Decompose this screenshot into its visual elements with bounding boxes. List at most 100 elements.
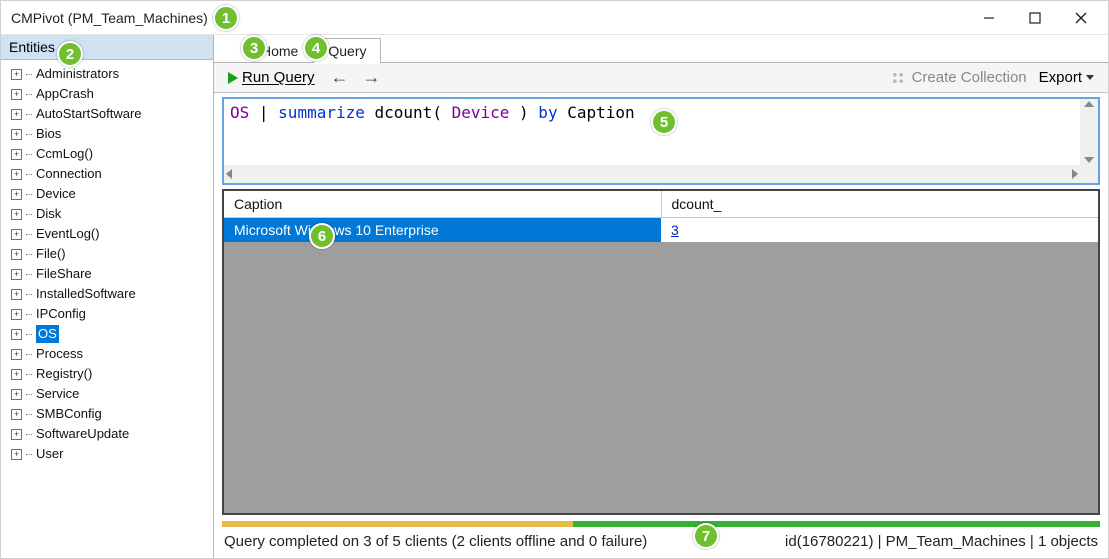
entity-item-registry[interactable]: +Registry() [1,364,213,384]
entity-item-autostartsoftware[interactable]: +AutoStartSoftware [1,104,213,124]
entity-item-file[interactable]: +File() [1,244,213,264]
entity-label: Bios [36,125,61,143]
query-token-summarize: summarize [278,103,365,122]
expand-icon[interactable]: + [11,369,22,380]
entity-label: Connection [36,165,102,183]
expand-icon[interactable]: + [11,449,22,460]
nav-back-button[interactable]: ← [327,67,353,88]
expand-icon[interactable]: + [11,409,22,420]
query-token-dcount: dcount( [375,103,442,122]
entity-item-process[interactable]: +Process [1,344,213,364]
expand-icon[interactable]: + [11,349,22,360]
minimize-button[interactable] [966,2,1012,34]
query-token-pipe: | [249,103,278,122]
tree-connector-icon [26,254,32,255]
entity-item-user[interactable]: +User [1,444,213,464]
editor-scroll-corner [1080,165,1098,183]
tree-connector-icon [26,314,32,315]
entities-header[interactable]: Entities [1,35,213,60]
tree-connector-icon [26,214,32,215]
tree-connector-icon [26,234,32,235]
export-button[interactable]: Export [1033,69,1100,86]
tree-connector-icon [26,154,32,155]
expand-icon[interactable]: + [11,169,22,180]
play-icon [228,72,238,84]
annotation-1: 1 [213,5,239,31]
results-empty-area [224,242,1098,513]
entity-item-service[interactable]: + Service [1,384,213,404]
entity-item-eventlog[interactable]: +EventLog() [1,224,213,244]
tree-connector-icon [26,414,32,415]
create-collection-button[interactable]: Create Collection [890,69,1027,86]
nav-forward-button[interactable]: → [359,67,385,88]
cell-dcount-link[interactable]: 3 [661,218,1098,242]
query-token-device: Device [452,103,510,122]
entity-item-os[interactable]: +OS [1,324,213,344]
expand-icon[interactable]: + [11,389,22,400]
column-header-dcount[interactable]: dcount_ [662,191,1099,218]
entities-tree[interactable]: +Administrators+AppCrash+AutoStartSoftwa… [1,60,213,558]
entity-label: Disk [36,205,61,223]
status-details: id(16780221) | PM_Team_Machines | 1 obje… [785,533,1098,550]
scroll-up-icon [1084,101,1094,107]
tree-connector-icon [26,134,32,135]
expand-icon[interactable]: + [11,289,22,300]
entity-item-ipconfig[interactable]: + IPConfig [1,304,213,324]
column-header-caption[interactable]: Caption [224,191,662,218]
entity-item-ccmlog[interactable]: +CcmLog() [1,144,213,164]
entity-item-bios[interactable]: + Bios [1,124,213,144]
annotation-4: 4 [303,35,329,61]
entity-label: InstalledSoftware [36,285,136,303]
entities-sidebar: Entities +Administrators+AppCrash+AutoSt… [1,35,214,558]
entity-label: Device [36,185,76,203]
maximize-button[interactable] [1012,2,1058,34]
tree-connector-icon [26,194,32,195]
entity-item-appcrash[interactable]: +AppCrash [1,84,213,104]
window-title: CMPivot (PM_Team_Machines) [11,10,208,26]
expand-icon[interactable]: + [11,129,22,140]
chevron-down-icon [1086,75,1094,80]
close-button[interactable] [1058,2,1104,34]
expand-icon[interactable]: + [11,89,22,100]
entity-item-disk[interactable]: + Disk [1,204,213,224]
tree-connector-icon [26,434,32,435]
tree-connector-icon [26,74,32,75]
entity-item-smbconfig[interactable]: + SMBConfig [1,404,213,424]
annotation-3: 3 [241,35,267,61]
editor-vertical-scrollbar[interactable] [1080,99,1098,165]
entity-label: SMBConfig [36,405,102,423]
expand-icon[interactable]: + [11,309,22,320]
scroll-down-icon [1084,157,1094,163]
expand-icon[interactable]: + [11,189,22,200]
expand-icon[interactable]: + [11,249,22,260]
expand-icon[interactable]: + [11,109,22,120]
entity-item-fileshare[interactable]: +FileShare [1,264,213,284]
entity-item-softwareupdate[interactable]: +SoftwareUpdate [1,424,213,444]
results-row[interactable]: Microsoft Windows 10 Enterprise 3 [224,218,1098,242]
expand-icon[interactable]: + [11,209,22,220]
expand-icon[interactable]: + [11,69,22,80]
entity-item-connection[interactable]: + Connection [1,164,213,184]
tree-connector-icon [26,174,32,175]
expand-icon[interactable]: + [11,329,22,340]
tree-connector-icon [26,374,32,375]
scroll-right-icon [1072,169,1078,179]
cell-caption: Microsoft Windows 10 Enterprise [224,218,661,242]
run-query-button[interactable]: Run Query [222,69,321,86]
query-token-sp [509,103,519,122]
expand-icon[interactable]: + [11,429,22,440]
expand-icon[interactable]: + [11,269,22,280]
entity-label: Service [36,385,79,403]
entity-item-administrators[interactable]: +Administrators [1,64,213,84]
entity-item-installedsoftware[interactable]: + InstalledSoftware [1,284,213,304]
expand-icon[interactable]: + [11,149,22,160]
editor-horizontal-scrollbar[interactable] [224,165,1080,183]
tree-connector-icon [26,294,32,295]
expand-icon[interactable]: + [11,229,22,240]
tree-connector-icon [26,354,32,355]
run-query-label: Run Query [242,69,315,86]
entity-label: IPConfig [36,305,86,323]
entity-item-device[interactable]: + Device [1,184,213,204]
tab-strip: Home Query [214,35,1108,63]
status-bar: Query completed on 3 of 5 clients (2 cli… [214,527,1108,558]
